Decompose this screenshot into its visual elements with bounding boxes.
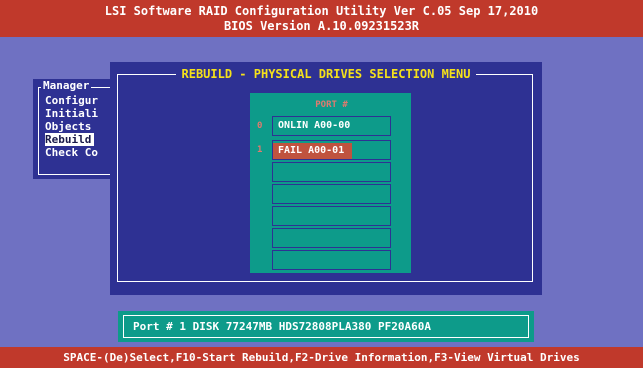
menu-item-initialize[interactable]: Initiali [45, 107, 98, 120]
drive-slot-6[interactable] [272, 250, 391, 270]
app-title: LSI Software RAID Configuration Utility … [104, 4, 539, 18]
menu-item-rebuild[interactable]: Rebuild [45, 133, 95, 146]
drive-failed-selected[interactable]: FAIL A00-01 [273, 143, 353, 159]
port-list: PORT # 0 ONLIN A00-00 1 FAIL A00-01 [250, 93, 411, 273]
menu-item-objects[interactable]: Objects [45, 120, 91, 133]
drive-online[interactable]: ONLIN A00-00 [278, 118, 350, 134]
menu-item-configure[interactable]: Configur [45, 94, 98, 107]
drive-slot-3[interactable] [272, 184, 391, 204]
port-number-1: 1 [257, 145, 263, 155]
rebuild-menu-panel: REBUILD - PHYSICAL DRIVES SELECTION MENU… [110, 62, 542, 295]
bios-version: BIOS Version A.10.09231523R [223, 19, 420, 33]
key-help-bar: SPACE-(De)Select,F10-Start Rebuild,F2-Dr… [0, 347, 643, 368]
menu-item-check-consistency[interactable]: Check Co [45, 146, 98, 159]
management-menu-title: Manager [41, 79, 92, 92]
rebuild-menu-title-wrap: REBUILD - PHYSICAL DRIVES SELECTION MENU [110, 67, 542, 81]
drive-info-bar: Port # 1 DISK 77247MB HDS72808PLA380 PF2… [118, 311, 534, 342]
drive-slot-5[interactable] [272, 228, 391, 248]
port-header: PORT # [315, 100, 348, 110]
title-bar: LSI Software RAID Configuration Utility … [0, 0, 643, 37]
drive-slot-4[interactable] [272, 206, 391, 226]
drive-slot-2[interactable] [272, 162, 391, 182]
port-number-0: 0 [257, 121, 263, 131]
rebuild-menu-title: REBUILD - PHYSICAL DRIVES SELECTION MENU [175, 67, 477, 81]
drive-info-text: Port # 1 DISK 77247MB HDS72808PLA380 PF2… [123, 315, 529, 338]
